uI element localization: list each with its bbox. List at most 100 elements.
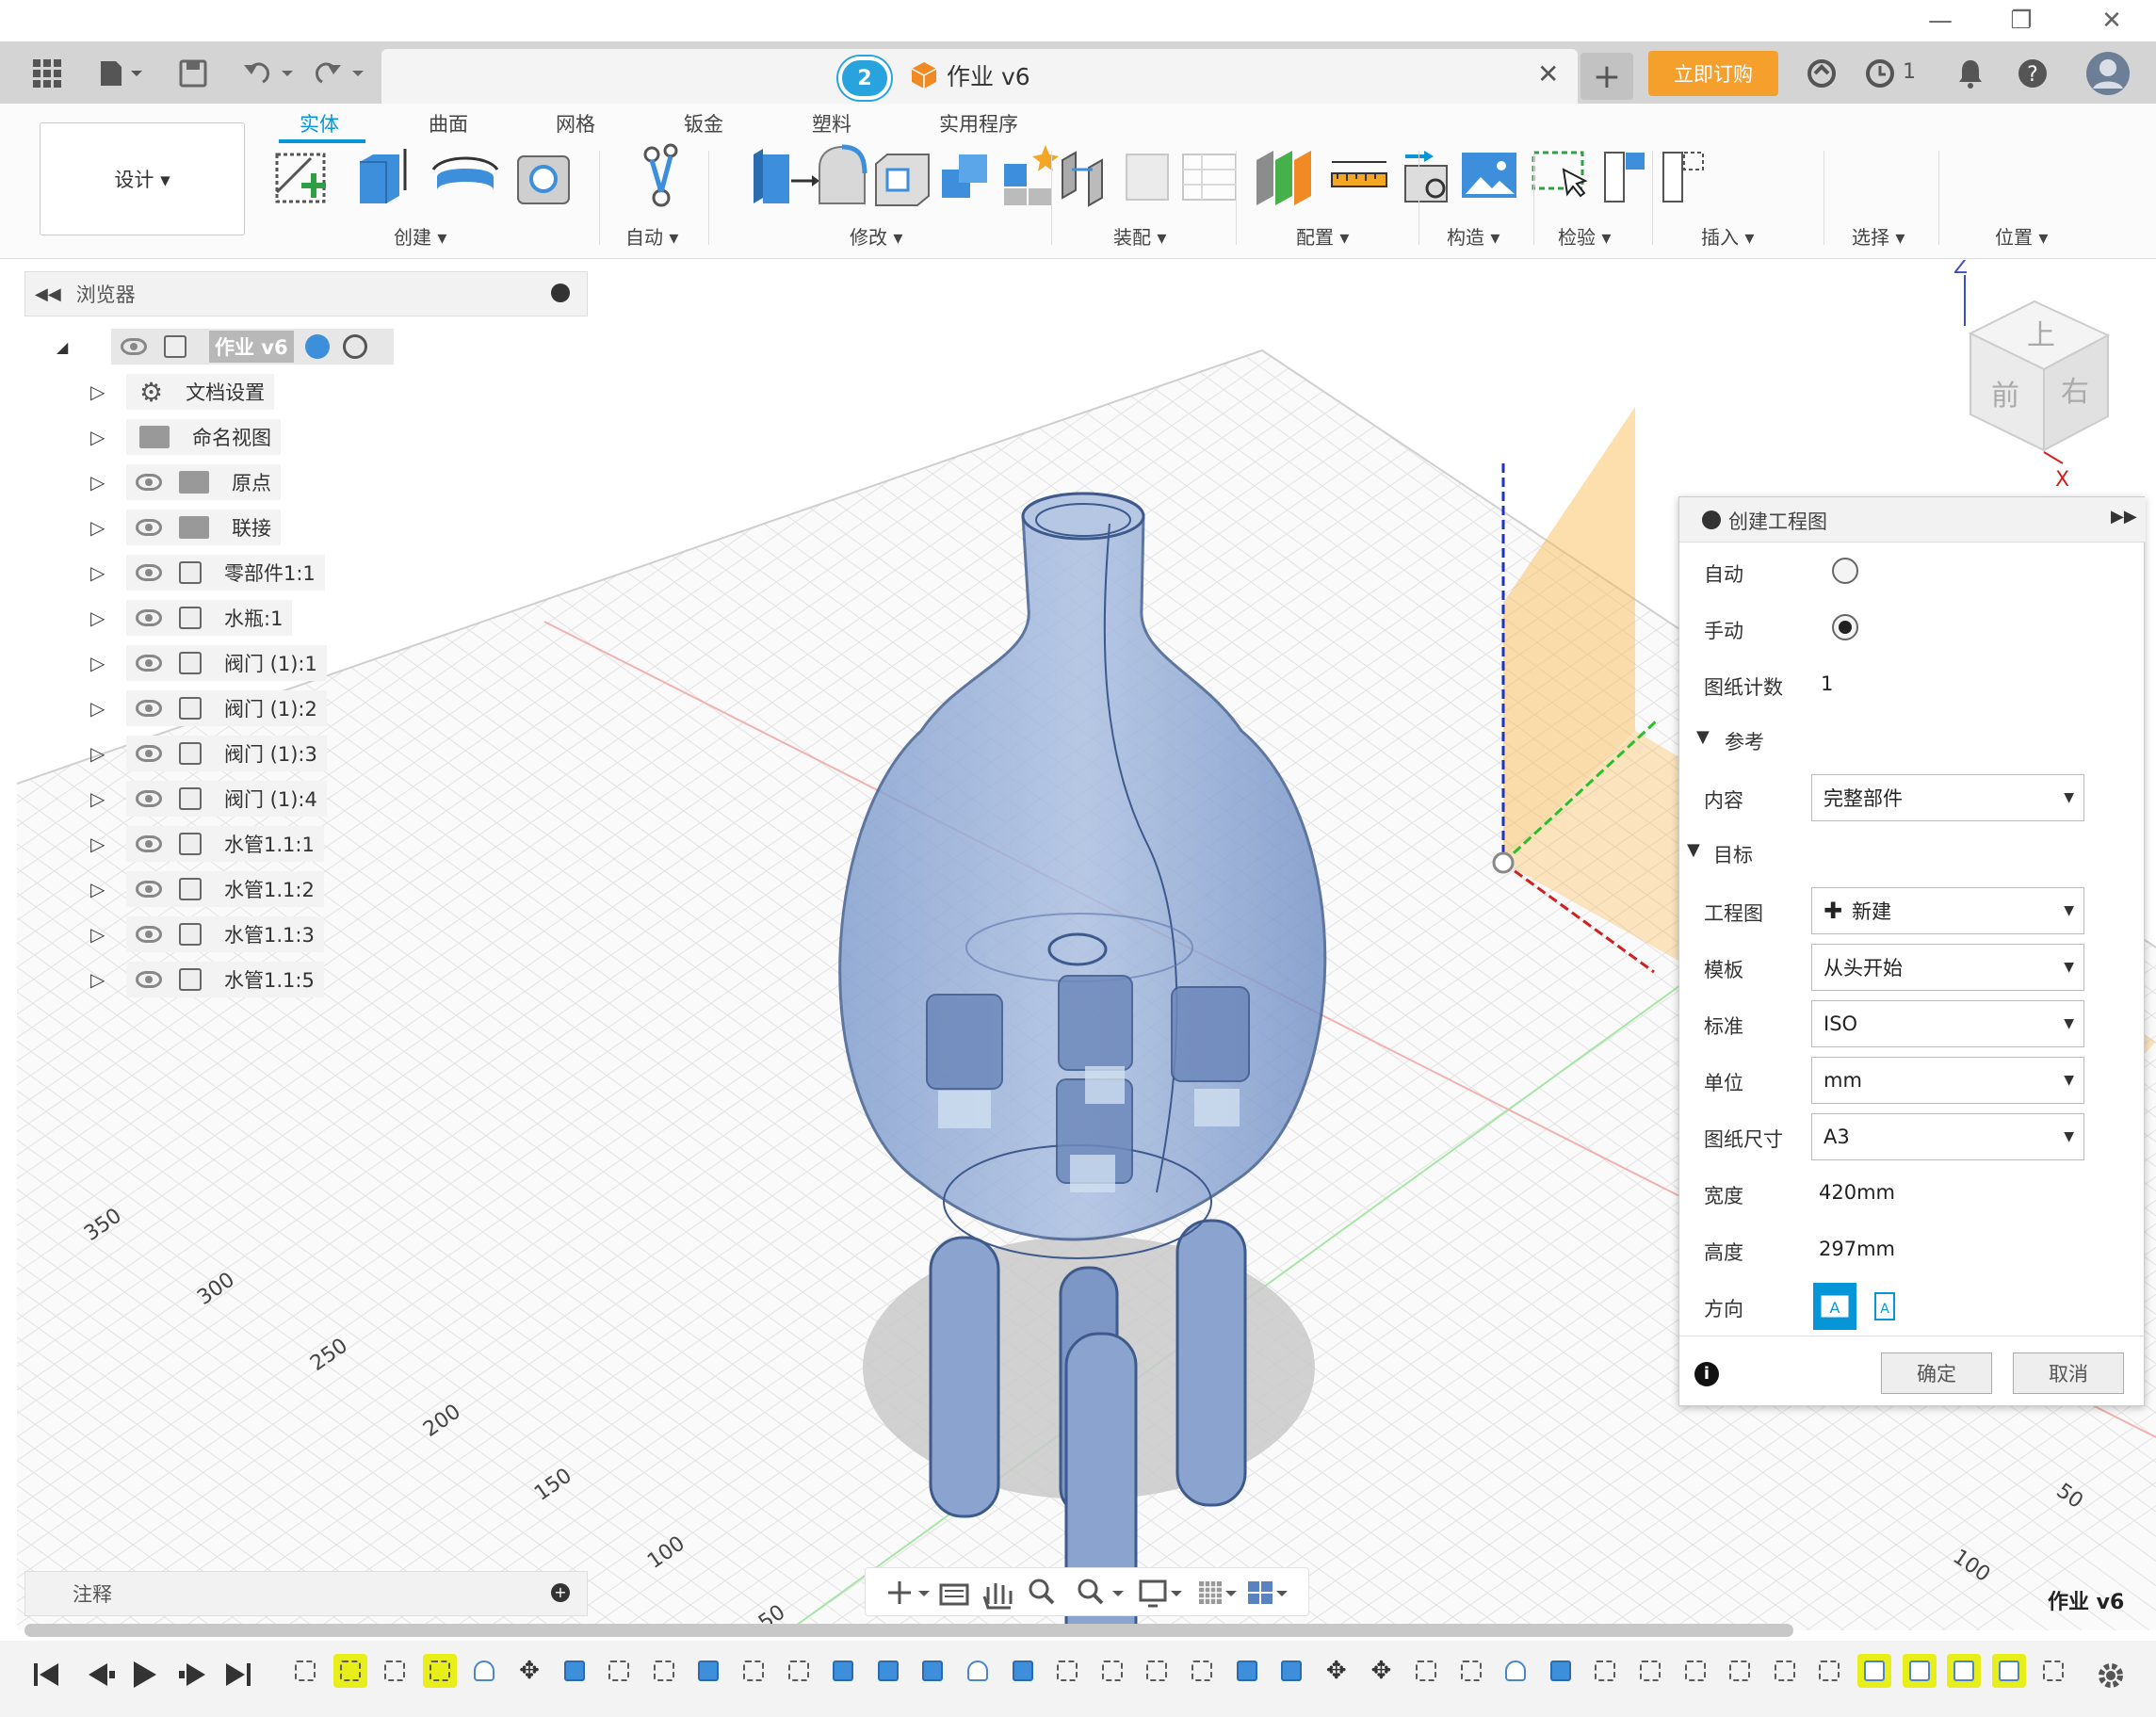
cancel-button[interactable]: 取消 <box>2013 1353 2124 1394</box>
tree-item[interactable]: ▷ 水管1.1:3 <box>57 915 394 953</box>
expand-node-icon[interactable]: ▷ <box>90 516 109 539</box>
expand-node-icon[interactable]: ▷ <box>90 742 109 765</box>
ok-button[interactable]: 确定 <box>1881 1353 1992 1394</box>
timeline-feature-icon[interactable] <box>378 1654 412 1688</box>
target-section-title[interactable]: 目标 <box>1713 840 1753 868</box>
timeline-feature-icon[interactable] <box>782 1654 816 1688</box>
visibility-eye-icon[interactable] <box>136 745 162 762</box>
close-tab-button[interactable]: ✕ <box>1537 58 1559 89</box>
display-settings-icon[interactable] <box>1139 1579 1182 1608</box>
undo-icon[interactable] <box>240 52 297 95</box>
timeline-feature-icon[interactable] <box>1095 1654 1129 1688</box>
timeline-feature-icon[interactable] <box>2036 1654 2070 1688</box>
expand-node-icon[interactable]: ▷ <box>90 697 109 720</box>
tree-item[interactable]: ▷ 联接 <box>57 509 394 546</box>
visibility-eye-icon[interactable] <box>136 835 162 852</box>
restore-button[interactable]: ❐ <box>1993 0 2050 41</box>
browser-scrollbar[interactable] <box>24 1624 1793 1637</box>
timeline-feature-icon[interactable] <box>1140 1654 1174 1688</box>
sheet-size-dropdown[interactable]: A3 <box>1811 1113 2084 1160</box>
viewports-icon[interactable] <box>1248 1581 1288 1604</box>
fit-zoom-icon[interactable] <box>1078 1579 1124 1605</box>
visibility-eye-icon[interactable] <box>136 519 162 536</box>
drawing-dropdown[interactable]: ✚ 新建 <box>1811 887 2084 934</box>
tab-surface[interactable]: 曲面 <box>429 109 468 138</box>
redo-icon[interactable] <box>311 52 367 95</box>
timeline-feature-icon[interactable] <box>1499 1654 1532 1688</box>
group-construct[interactable]: 构造 ▾ <box>1447 222 1499 250</box>
manual-radio[interactable] <box>1832 614 1858 640</box>
visibility-eye-icon[interactable] <box>136 700 162 717</box>
timeline-feature-icon[interactable] <box>1857 1654 1891 1688</box>
job-status-icon[interactable] <box>1859 52 1901 95</box>
landscape-orientation-button[interactable]: A <box>1813 1283 1856 1330</box>
tab-utilities[interactable]: 实用程序 <box>939 109 1018 138</box>
orbit-icon[interactable] <box>888 1581 930 1604</box>
browser-panel-header[interactable]: ◀◀ 浏览器 <box>24 271 588 316</box>
timeline-feature-icon[interactable] <box>916 1654 949 1688</box>
tree-node[interactable]: 原点 <box>126 464 281 500</box>
tab-plastic[interactable]: 塑料 <box>812 109 851 138</box>
visibility-eye-icon[interactable] <box>136 655 162 672</box>
timeline-feature-icon[interactable] <box>1544 1654 1578 1688</box>
group-automate[interactable]: 自动 ▾ <box>625 222 678 250</box>
timeline-feature-icon[interactable] <box>1633 1654 1667 1688</box>
tree-item[interactable]: ▷ 原点 <box>57 463 394 501</box>
zoom-icon[interactable] <box>1029 1579 1055 1605</box>
tree-node[interactable]: ⚙ 文档设置 <box>126 374 275 410</box>
timeline-feature-icon[interactable] <box>467 1654 501 1688</box>
extensions-icon[interactable] <box>1801 52 1842 95</box>
step-forward-icon[interactable] <box>179 1663 205 1686</box>
group-assemble[interactable]: 装配 ▾ <box>1113 222 1166 250</box>
view-cube[interactable]: 上 前 右 Z X <box>1953 260 2111 492</box>
visibility-eye-icon[interactable] <box>136 881 162 898</box>
tree-node[interactable]: 零部件1:1 <box>126 555 325 591</box>
timeline-feature-icon[interactable] <box>1768 1654 1802 1688</box>
group-configure[interactable]: 配置 ▾ <box>1296 222 1349 250</box>
job-status-badge[interactable]: 2 <box>838 57 891 100</box>
tree-root-node[interactable]: 作业 v6 <box>111 329 394 364</box>
info-icon[interactable]: i <box>1694 1362 1719 1386</box>
expand-node-icon[interactable]: ▷ <box>90 787 109 810</box>
tree-item[interactable]: ▷ 阀门 (1):4 <box>57 780 394 818</box>
timeline-settings-gear-icon[interactable] <box>2095 1660 2127 1697</box>
timeline-feature-icon[interactable] <box>332 1654 367 1688</box>
group-insert[interactable]: 插入 ▾ <box>1701 222 1754 250</box>
notifications-bell-icon[interactable] <box>1952 52 1989 95</box>
tree-item[interactable]: ▷ 水管1.1:1 <box>57 825 394 863</box>
expand-node-icon[interactable]: ▷ <box>90 968 109 991</box>
close-window-button[interactable]: ✕ <box>2083 0 2140 41</box>
group-position[interactable]: 位置 ▾ <box>1995 222 2048 250</box>
user-avatar[interactable] <box>2083 52 2132 95</box>
timeline-feature-icon[interactable] <box>1409 1654 1443 1688</box>
minimize-button[interactable]: — <box>1912 0 1969 41</box>
timeline-feature-icon[interactable] <box>558 1654 592 1688</box>
apps-grid-icon[interactable] <box>28 52 66 95</box>
visibility-eye-icon[interactable] <box>136 474 162 491</box>
group-modify[interactable]: 修改 ▾ <box>850 222 902 250</box>
expand-node-icon[interactable]: ▷ <box>90 426 109 448</box>
timeline-feature-icon[interactable] <box>1723 1654 1757 1688</box>
timeline-feature-icon[interactable] <box>691 1654 725 1688</box>
tree-node[interactable]: 阀门 (1):4 <box>126 781 327 817</box>
pan-hand-icon[interactable] <box>982 1583 1013 1610</box>
grid-settings-icon[interactable] <box>1199 1581 1237 1604</box>
group-inspect[interactable]: 检验 ▾ <box>1558 222 1611 250</box>
expand-node-icon[interactable]: ▷ <box>90 652 109 674</box>
timeline-feature-icon[interactable] <box>422 1654 457 1688</box>
timeline-feature-icon[interactable]: ✥ <box>512 1654 546 1688</box>
timeline-feature-icon[interactable]: ✥ <box>1320 1654 1354 1688</box>
tree-node[interactable]: 水瓶:1 <box>126 600 293 636</box>
dialog-collapse-icon[interactable] <box>1702 510 1721 529</box>
timeline-feature-icon[interactable] <box>1185 1654 1219 1688</box>
tree-node[interactable]: 阀门 (1):1 <box>126 645 327 681</box>
timeline-feature-icon[interactable] <box>826 1654 860 1688</box>
timeline-feature-icon[interactable] <box>1678 1654 1712 1688</box>
tree-node[interactable]: 水管1.1:3 <box>126 916 324 952</box>
tree-item[interactable]: ▷ 阀门 (1):2 <box>57 689 394 727</box>
collapse-browser-icon[interactable]: ◀◀ <box>35 284 61 304</box>
go-to-start-icon[interactable] <box>34 1663 58 1686</box>
group-select[interactable]: 选择 ▾ <box>1852 222 1905 250</box>
step-back-icon[interactable] <box>89 1663 115 1686</box>
expand-node-icon[interactable]: ▷ <box>90 561 109 584</box>
